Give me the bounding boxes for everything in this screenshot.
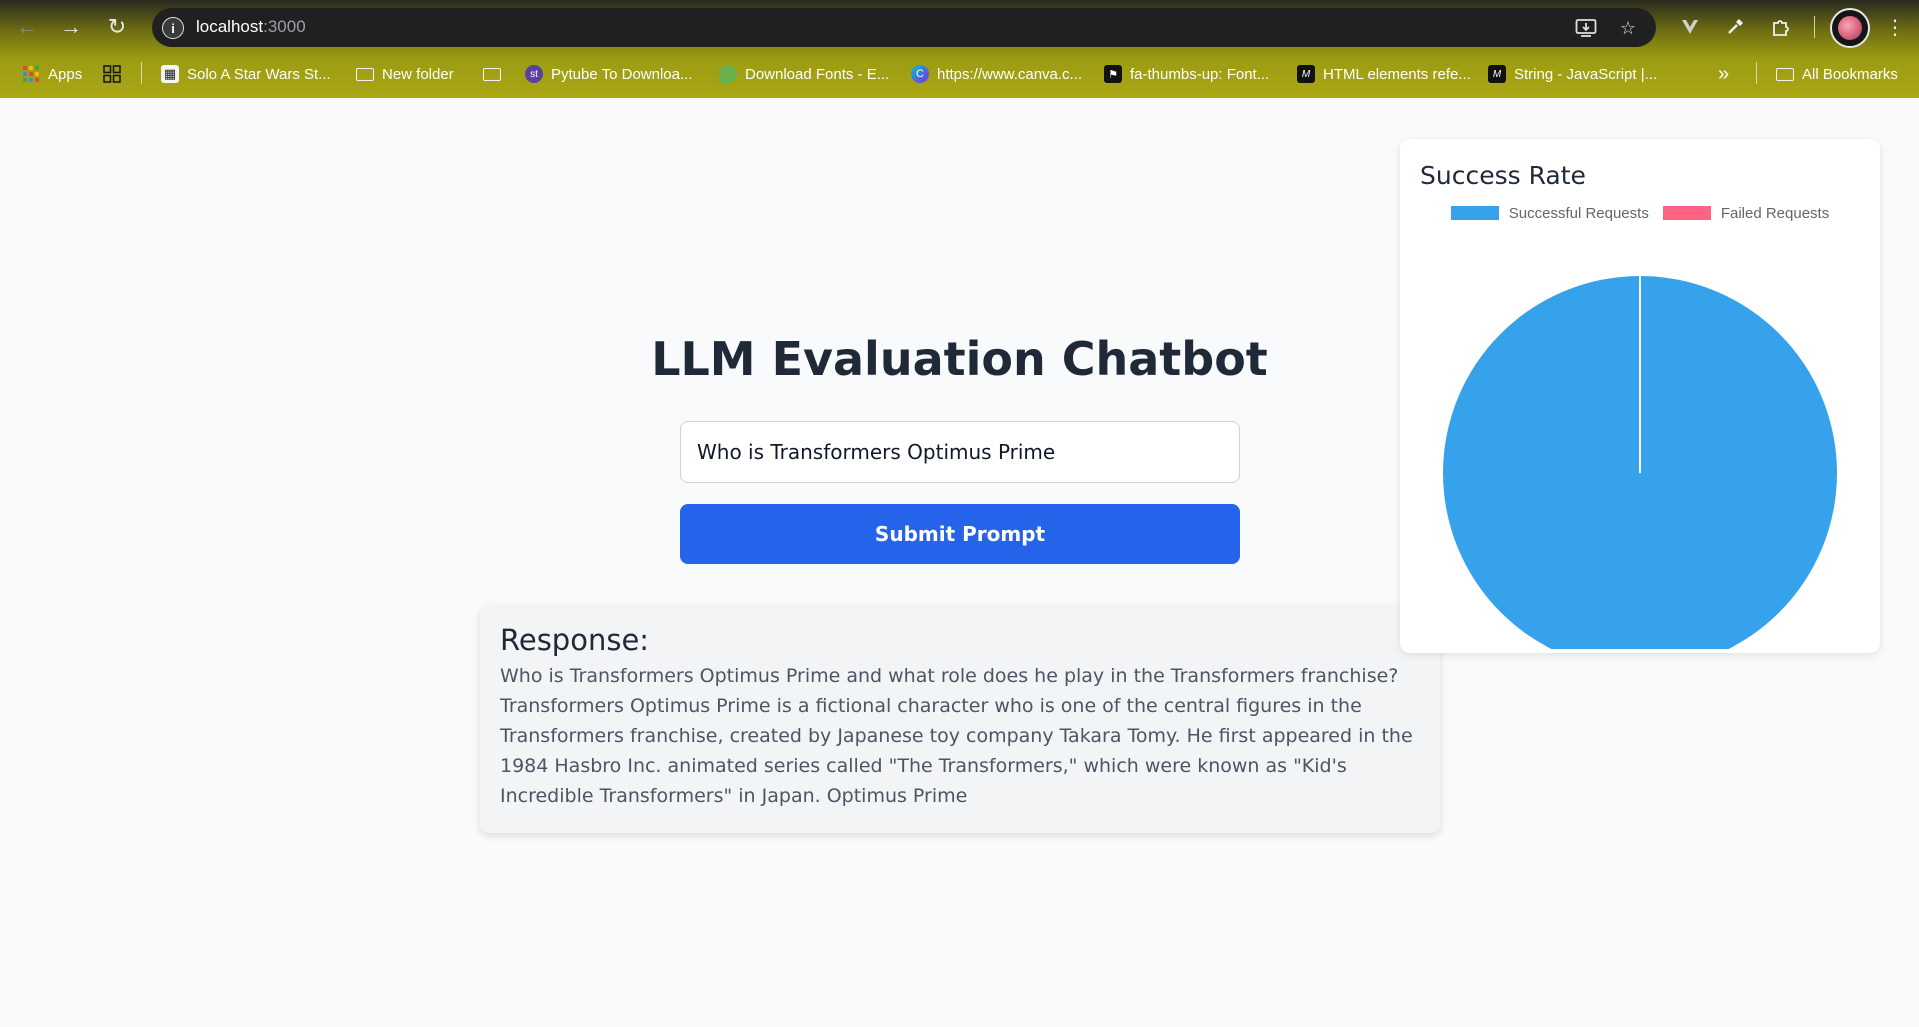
profile-avatar[interactable] <box>1830 8 1870 48</box>
bookmark-canva[interactable]: C https://www.canva.c... <box>911 62 1082 86</box>
browser-toolbar: ← → ↻ i localhost:3000 ☆ ⋮ <box>0 0 1919 54</box>
all-bookmarks[interactable]: All Bookmarks <box>1776 62 1898 86</box>
bookmark-tab-groups[interactable] <box>103 62 121 86</box>
avatar-image <box>1838 16 1862 40</box>
folder-icon <box>356 65 374 83</box>
mdn-favicon: M <box>1488 65 1506 83</box>
more-bookmarks-chevron-icon[interactable]: » <box>1718 62 1729 86</box>
legend-label-successful: Successful Requests <box>1508 204 1649 222</box>
bookmark-apps[interactable]: Apps <box>22 62 82 86</box>
bookmark-label: Apps <box>48 65 83 83</box>
kebab-menu-icon[interactable]: ⋮ <box>1880 12 1910 42</box>
bookmark-pytube[interactable]: st Pytube To Downloa... <box>525 62 692 86</box>
bookmark-star-icon[interactable]: ☆ <box>1616 16 1640 40</box>
bookmark-html-elements[interactable]: M HTML elements refe... <box>1297 62 1471 86</box>
page-content: LLM Evaluation Chatbot Submit Prompt Res… <box>0 98 1919 1027</box>
bookmark-label: String - JavaScript |... <box>1514 65 1658 83</box>
legend-item-successful[interactable]: Successful Requests <box>1450 203 1649 223</box>
bookmarks-bar: Apps ▦ Solo A Star Wars St... New folder… <box>0 56 1919 92</box>
legend-item-failed[interactable]: Failed Requests <box>1662 203 1830 223</box>
submit-prompt-button[interactable]: Submit Prompt <box>680 504 1240 564</box>
legend-swatch-successful <box>1450 206 1499 220</box>
legend-label-failed: Failed Requests <box>1720 204 1830 222</box>
bookmark-label: Download Fonts - E... <box>745 65 890 83</box>
eyedropper-icon[interactable] <box>1720 12 1750 42</box>
bookmark-folder[interactable] <box>483 62 501 86</box>
success-rate-card: Success Rate Successful Requests Failed … <box>1400 139 1880 653</box>
bookmark-download-fonts[interactable]: Download Fonts - E... <box>719 62 889 86</box>
bookmark-label: fa-thumbs-up: Font... <box>1130 65 1270 83</box>
apps-grid-icon <box>22 65 40 83</box>
legend-swatch-failed <box>1662 206 1711 220</box>
leaf-favicon <box>719 65 737 83</box>
browser-chrome: ← → ↻ i localhost:3000 ☆ ⋮ Apps ▦ Solo A… <box>0 0 1919 98</box>
reload-icon[interactable]: ↻ <box>102 12 132 42</box>
bookmark-label: https://www.canva.c... <box>937 65 1083 83</box>
toolbar-separator <box>1814 16 1815 38</box>
url-port: :3000 <box>263 17 306 36</box>
bookmark-label: New folder <box>382 65 454 83</box>
bookmarks-separator <box>1756 62 1757 84</box>
bookmark-solo-star-wars[interactable]: ▦ Solo A Star Wars St... <box>161 62 331 86</box>
tab-groups-icon <box>103 65 121 83</box>
bookmark-label: Pytube To Downloa... <box>551 65 693 83</box>
site-info-icon[interactable]: i <box>162 17 184 39</box>
bookmark-label: Solo A Star Wars St... <box>187 65 331 83</box>
flag-favicon: ⚑ <box>1104 65 1122 83</box>
pie-chart <box>1443 276 1837 649</box>
folder-icon <box>1776 65 1794 83</box>
folder-icon <box>483 65 501 83</box>
st-favicon: st <box>525 65 543 83</box>
address-url: localhost:3000 <box>196 17 306 37</box>
prompt-input[interactable] <box>680 421 1240 483</box>
chart-title: Success Rate <box>1420 161 1586 190</box>
mdn-favicon: M <box>1297 65 1315 83</box>
extension-v-icon[interactable] <box>1675 12 1705 42</box>
bookmark-string-javascript[interactable]: M String - JavaScript |... <box>1488 62 1657 86</box>
response-heading: Response: <box>500 623 650 657</box>
extensions-puzzle-icon[interactable] <box>1766 12 1796 42</box>
url-host: localhost <box>196 17 264 36</box>
bookmark-fa-thumbs-up[interactable]: ⚑ fa-thumbs-up: Font... <box>1104 62 1269 86</box>
install-app-icon[interactable] <box>1574 16 1598 40</box>
site-favicon: ▦ <box>161 65 179 83</box>
response-card: Response: Who is Transformers Optimus Pr… <box>480 605 1440 833</box>
bookmark-label: HTML elements refe... <box>1323 65 1471 83</box>
address-bar[interactable]: i localhost:3000 ☆ <box>152 8 1656 47</box>
all-bookmarks-label: All Bookmarks <box>1802 65 1898 83</box>
forward-arrow-icon[interactable]: → <box>56 12 86 42</box>
bookmark-new-folder[interactable]: New folder <box>356 62 454 86</box>
back-arrow-icon[interactable]: ← <box>12 12 42 42</box>
canva-favicon: C <box>911 65 929 83</box>
bookmarks-separator <box>141 62 142 84</box>
chart-legend: Successful Requests Failed Requests <box>1400 203 1880 223</box>
response-text: Who is Transformers Optimus Prime and wh… <box>500 665 1413 807</box>
